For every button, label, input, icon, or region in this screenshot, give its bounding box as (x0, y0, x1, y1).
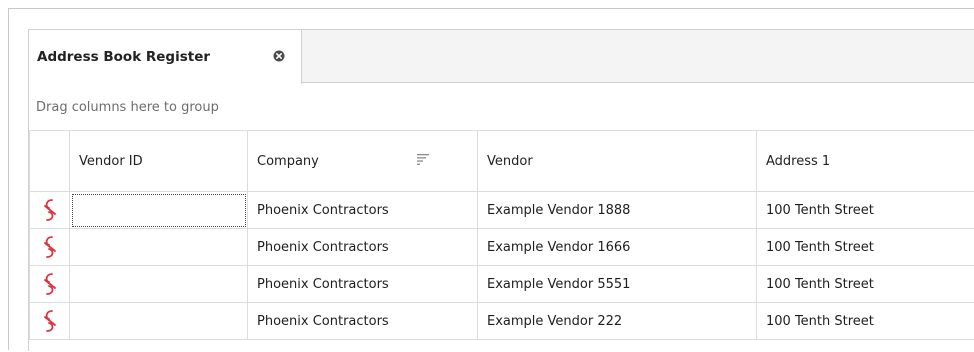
cell-vendor-id[interactable] (70, 192, 248, 229)
group-panel-hint: Drag columns here to group (36, 100, 219, 115)
column-header-company[interactable]: Company (248, 131, 478, 192)
cell-vendor[interactable]: Example Vendor 1888 (478, 192, 757, 229)
group-by-panel[interactable]: Drag columns here to group (29, 84, 974, 130)
tab-bar: Address Book Register (29, 30, 974, 83)
cell-vendor[interactable]: Example Vendor 5551 (478, 266, 757, 303)
cell-vendor-id[interactable] (70, 303, 248, 340)
cell-address-1[interactable]: 100 Tenth Street (757, 266, 974, 303)
table-row[interactable]: Phoenix Contractors Example Vendor 222 1… (30, 303, 974, 340)
unlinked-icon[interactable] (30, 266, 70, 303)
cell-company[interactable]: Phoenix Contractors (248, 229, 478, 266)
column-header-vendor-id[interactable]: Vendor ID (70, 131, 248, 192)
column-header-address-1[interactable]: Address 1 (757, 131, 974, 192)
indicator-column-header (30, 131, 70, 192)
unlinked-icon[interactable] (30, 303, 70, 340)
unlinked-icon[interactable] (30, 192, 70, 229)
grid-table: Vendor ID Company (29, 130, 974, 340)
address-book-grid: Vendor ID Company (29, 130, 974, 352)
close-circle-icon[interactable] (273, 50, 285, 62)
cell-vendor-id[interactable] (70, 266, 248, 303)
cell-company[interactable]: Phoenix Contractors (248, 303, 478, 340)
column-header-label: Company (257, 154, 319, 169)
cell-company[interactable]: Phoenix Contractors (248, 192, 478, 229)
table-row[interactable]: Phoenix Contractors Example Vendor 5551 … (30, 266, 974, 303)
cell-vendor-id[interactable] (70, 229, 248, 266)
sort-descending-icon (417, 154, 429, 169)
cell-address-1[interactable]: 100 Tenth Street (757, 192, 974, 229)
window-frame: Address Book Register Drag columns here … (8, 8, 974, 350)
cell-address-1[interactable]: 100 Tenth Street (757, 229, 974, 266)
table-row[interactable]: Phoenix Contractors Example Vendor 1666 … (30, 229, 974, 266)
cell-vendor[interactable]: Example Vendor 222 (478, 303, 757, 340)
document-panel: Address Book Register Drag columns here … (28, 29, 974, 351)
cell-vendor[interactable]: Example Vendor 1666 (478, 229, 757, 266)
tab-address-book-register[interactable]: Address Book Register (29, 30, 302, 84)
cell-address-1[interactable]: 100 Tenth Street (757, 303, 974, 340)
tab-title: Address Book Register (37, 49, 210, 65)
table-row[interactable]: Phoenix Contractors Example Vendor 1888 … (30, 192, 974, 229)
column-header-vendor[interactable]: Vendor (478, 131, 757, 192)
cell-company[interactable]: Phoenix Contractors (248, 266, 478, 303)
header-row: Vendor ID Company (30, 131, 974, 192)
unlinked-icon[interactable] (30, 229, 70, 266)
